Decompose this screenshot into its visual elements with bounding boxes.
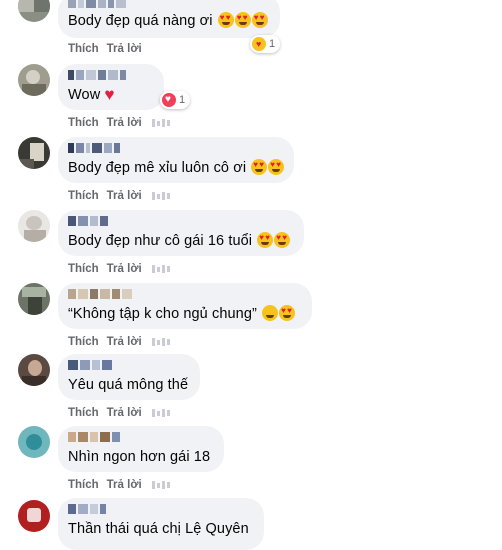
blurred-timestamp [151,119,170,127]
avatar[interactable] [18,354,50,386]
comment-text: Nhìn ngon hơn gái 18 [68,449,211,465]
blurred-timestamp [151,409,170,417]
avatar[interactable] [18,0,50,22]
like-button[interactable]: Thích [68,190,99,202]
love-icon [162,93,176,107]
comment-text: Thần thái quá chị Lệ Quyên [68,521,249,537]
tears-of-joy-emoji [262,305,279,321]
comment-text: Body đẹp quá nàng ơi [68,13,213,29]
avatar[interactable] [18,64,50,96]
comment-text: Body đẹp như cô gái 16 tuổi [68,233,253,249]
like-button[interactable]: Thích [68,117,99,129]
reaction-count[interactable]: 1 [250,35,281,53]
comment-bubble: Body đẹp mê xỉu luôn cô ơi [58,137,294,183]
avatar[interactable] [18,283,50,315]
reply-button[interactable]: Trả lời [107,43,142,55]
comment-bubble: Body đẹp quá nàng ơi [58,0,280,38]
heart-eyes-emoji [251,159,268,175]
reply-button[interactable]: Trả lời [107,117,142,129]
avatar[interactable] [18,210,50,242]
comment-bubble: “Không tập k cho ngủ chung” [58,283,312,329]
avatar[interactable] [18,500,50,532]
blurred-author-name [68,0,268,8]
reply-button[interactable]: Trả lời [107,190,142,202]
care-icon [252,37,266,51]
reply-button[interactable]: Trả lời [107,407,142,419]
blurred-author-name [68,70,152,80]
like-button[interactable]: Thích [68,407,99,419]
blurred-timestamp [151,338,170,346]
red-heart-emoji: ♥ [104,85,115,104]
like-button[interactable]: Thích [68,43,99,55]
like-button[interactable]: Thích [68,479,99,491]
comment-bubble: Yêu quá mông thế [58,354,200,400]
blurred-author-name [68,504,252,514]
comment-text: Yêu quá mông thế [68,377,189,393]
comment-text: Wow [68,87,101,103]
reply-button[interactable]: Trả lời [107,479,142,491]
comment-bubble: Nhìn ngon hơn gái 18 [58,426,224,472]
blurred-timestamp [151,192,170,200]
heart-eyes-emoji [279,305,296,321]
reaction-count[interactable]: 1 [160,91,191,109]
like-button[interactable]: Thích [68,336,99,348]
comment-text: Body đẹp mê xỉu luôn cô ơi [68,160,247,176]
comment-bubble: Body đẹp như cô gái 16 tuổi [58,210,304,256]
heart-eyes-emoji [257,232,274,248]
comment-bubble: Thần thái quá chị Lệ Quyên [58,498,264,550]
heart-eyes-emoji [251,12,268,28]
heart-eyes-emoji [268,159,285,175]
blurred-author-name [68,216,292,226]
blurred-author-name [68,432,212,442]
blurred-timestamp [151,265,170,273]
smiling-face-with-hearts-emoji [274,232,291,248]
avatar[interactable] [18,426,50,458]
blurred-author-name [68,360,188,370]
reply-button[interactable]: Trả lời [107,336,142,348]
reply-button[interactable]: Trả lời [107,263,142,275]
comment-bubble: Wow ♥ [58,64,164,110]
heart-eyes-emoji [234,12,251,28]
blurred-author-name [68,289,300,299]
avatar[interactable] [18,137,50,169]
heart-eyes-emoji [217,12,234,28]
like-button[interactable]: Thích [68,263,99,275]
comment-text: “Không tập k cho ngủ chung” [68,306,257,322]
blurred-timestamp [151,481,170,489]
blurred-author-name [68,143,282,153]
